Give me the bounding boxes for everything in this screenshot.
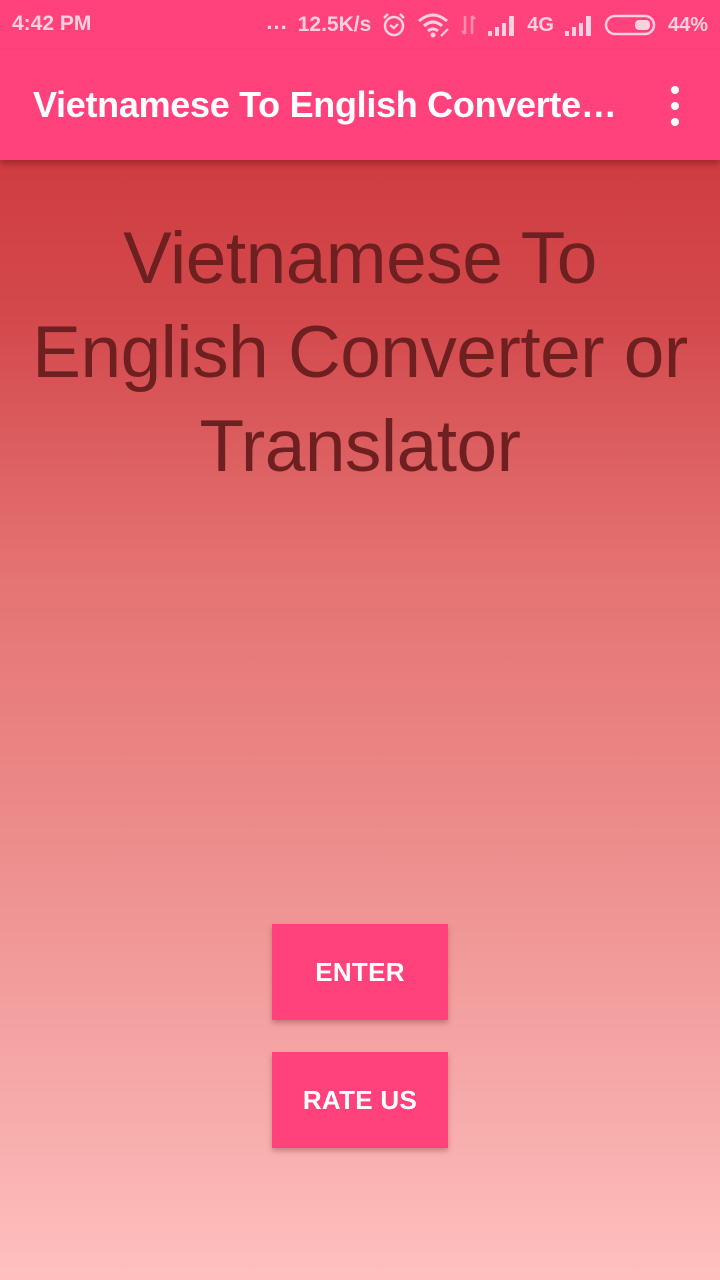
menu-dot	[671, 86, 679, 94]
rate-us-button[interactable]: RATE US	[272, 1052, 448, 1148]
notification-dots: ...	[266, 9, 288, 34]
wifi-icon	[417, 12, 451, 38]
network-type: 4G	[527, 13, 554, 36]
app-bar: Vietnamese To English Converter or Trans…	[0, 50, 720, 160]
data-transfer-icon	[461, 12, 477, 38]
menu-dot	[671, 118, 679, 126]
menu-dot	[671, 102, 679, 110]
battery-icon	[604, 13, 658, 37]
page-title: Vietnamese To English Converter or Trans…	[32, 218, 688, 487]
status-time: 4:42 PM	[12, 12, 92, 35]
network-speed: 12.5K/s	[297, 13, 372, 36]
more-vert-icon[interactable]	[660, 86, 690, 126]
enter-button[interactable]: ENTER	[272, 924, 448, 1020]
status-icons: ... 12.5K/s 4G 44%	[266, 9, 708, 40]
signal-icon	[487, 13, 517, 37]
status-bar: 4:42 PM ... 12.5K/s 4G 44%	[0, 0, 720, 50]
alarm-icon	[381, 12, 407, 38]
battery-percent: 44%	[667, 13, 708, 36]
signal-icon-2	[564, 13, 594, 37]
app-title: Vietnamese To English Converter or Trans…	[33, 84, 623, 125]
